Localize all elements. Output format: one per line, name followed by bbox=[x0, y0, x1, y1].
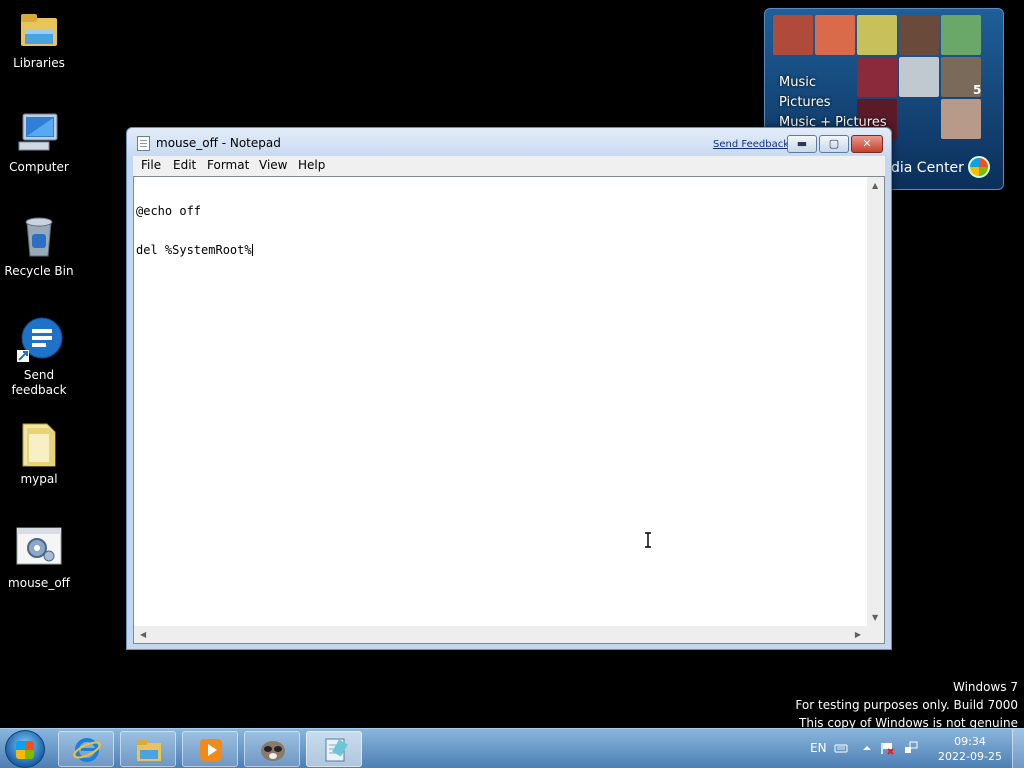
clock-date: 2022-09-25 bbox=[938, 750, 1002, 763]
close-button[interactable]: ✕ bbox=[851, 135, 883, 153]
media-center-menu-music[interactable]: Music bbox=[779, 73, 887, 93]
send-feedback-icon bbox=[15, 316, 63, 364]
scroll-left-icon[interactable]: ◀ bbox=[140, 630, 146, 639]
menu-bar: File Edit Format View Help bbox=[133, 156, 885, 176]
menu-format[interactable]: Format bbox=[205, 158, 251, 172]
computer-icon bbox=[15, 108, 63, 156]
notepad-icon bbox=[325, 738, 348, 762]
desktop-icon-computer[interactable]: Computer bbox=[4, 108, 74, 175]
close-icon: ✕ bbox=[862, 137, 872, 150]
desktop-icon-mypal[interactable]: mypal bbox=[4, 420, 74, 487]
notepad-icon bbox=[137, 136, 150, 151]
editor-line-text: del %SystemRoot% bbox=[136, 243, 252, 257]
desktop-icon-mouse-off[interactable]: mouse_off bbox=[4, 524, 74, 591]
desktop-icon-label: Send feedback bbox=[11, 368, 67, 397]
show-desktop-button[interactable] bbox=[1012, 729, 1024, 768]
clock-time: 09:34 bbox=[954, 735, 986, 748]
desktop-icon-label: Recycle Bin bbox=[4, 264, 74, 278]
menu-file[interactable]: File bbox=[139, 158, 163, 172]
taskbar-mypal[interactable] bbox=[244, 731, 300, 767]
horizontal-scrollbar[interactable]: ◀ ▶ bbox=[134, 626, 867, 643]
libraries-icon bbox=[15, 4, 63, 52]
start-button[interactable] bbox=[5, 730, 45, 768]
menu-help[interactable]: Help bbox=[296, 158, 327, 172]
clock[interactable]: 09:34 2022-09-25 bbox=[930, 734, 1010, 764]
desktop-icon-label: mypal bbox=[20, 472, 58, 486]
show-hidden-icons-icon[interactable] bbox=[860, 741, 874, 755]
ibeam-cursor-icon bbox=[645, 532, 651, 548]
maximize-button[interactable]: ▢ bbox=[819, 135, 849, 153]
notepad-window: mouse_off - Notepad Send Feedback ▬ ▢ ✕ … bbox=[126, 127, 892, 650]
title-bar[interactable]: mouse_off - Notepad Send Feedback ▬ ▢ ✕ bbox=[127, 128, 891, 158]
send-feedback-link[interactable]: Send Feedback bbox=[713, 139, 789, 150]
network-icon[interactable] bbox=[904, 741, 918, 755]
taskbar-media-player[interactable] bbox=[182, 731, 238, 767]
editor-line: @echo off bbox=[136, 204, 202, 218]
desktop-icon-recycle-bin[interactable]: Recycle Bin bbox=[4, 212, 74, 279]
media-center-menu-pictures[interactable]: Pictures bbox=[779, 93, 887, 113]
internet-explorer-icon bbox=[73, 738, 101, 762]
taskbar-windows-explorer[interactable] bbox=[120, 731, 176, 767]
folder-icon bbox=[15, 420, 63, 468]
media-player-icon bbox=[200, 739, 222, 761]
play-icon[interactable] bbox=[899, 57, 939, 97]
taskbar-internet-explorer[interactable] bbox=[58, 731, 114, 767]
windows-logo-icon bbox=[968, 156, 990, 178]
system-tray: EN 09:34 2022-09-25 bbox=[806, 729, 1024, 768]
watermark-line: For testing purposes only. Build 7000 bbox=[795, 698, 1018, 712]
windows-explorer-icon bbox=[137, 740, 161, 761]
media-center-name: dia Center bbox=[891, 160, 964, 176]
recycle-bin-icon bbox=[15, 212, 63, 260]
taskbar-notepad[interactable] bbox=[306, 731, 362, 767]
text-editor[interactable]: @echo off del %SystemRoot% ▲ ▼ ◀ ▶ bbox=[133, 176, 885, 644]
editor-content[interactable]: @echo off del %SystemRoot% bbox=[136, 179, 253, 283]
minimize-button[interactable]: ▬ bbox=[787, 135, 817, 153]
windows-watermark: Windows 7 For testing purposes only. Bui… bbox=[795, 678, 1018, 732]
media-center-menu: Music Pictures Music + Pictures bbox=[779, 73, 887, 133]
mypal-icon bbox=[261, 741, 285, 761]
watermark-line: Windows 7 bbox=[952, 680, 1018, 694]
taskbar: EN 09:34 2022-09-25 bbox=[0, 728, 1024, 768]
scroll-up-icon[interactable]: ▲ bbox=[872, 181, 878, 190]
menu-view[interactable]: View bbox=[257, 158, 289, 172]
scroll-down-icon[interactable]: ▼ bbox=[872, 613, 878, 622]
menu-edit[interactable]: Edit bbox=[171, 158, 198, 172]
desktop-icon-libraries[interactable]: Libraries bbox=[4, 4, 74, 71]
vertical-scrollbar[interactable]: ▲ ▼ bbox=[867, 177, 884, 626]
resize-grip[interactable] bbox=[867, 626, 884, 643]
desktop-icon-label: mouse_off bbox=[8, 576, 70, 590]
media-center-badge: 5 bbox=[973, 83, 982, 97]
language-indicator[interactable]: EN bbox=[810, 741, 827, 755]
batch-file-icon bbox=[15, 524, 63, 572]
desktop-icon-label: Computer bbox=[9, 160, 69, 174]
maximize-icon: ▢ bbox=[828, 137, 840, 150]
keyboard-icon[interactable] bbox=[834, 741, 848, 755]
scroll-right-icon[interactable]: ▶ bbox=[855, 630, 861, 639]
minimize-icon: ▬ bbox=[796, 137, 808, 150]
desktop-icon-send-feedback[interactable]: Send feedback bbox=[4, 316, 74, 398]
desktop-icon-label: Libraries bbox=[13, 56, 65, 70]
text-caret bbox=[251, 244, 253, 256]
action-center-icon[interactable] bbox=[880, 741, 894, 755]
window-title: mouse_off - Notepad bbox=[156, 136, 281, 150]
editor-line: del %SystemRoot% bbox=[136, 244, 253, 257]
